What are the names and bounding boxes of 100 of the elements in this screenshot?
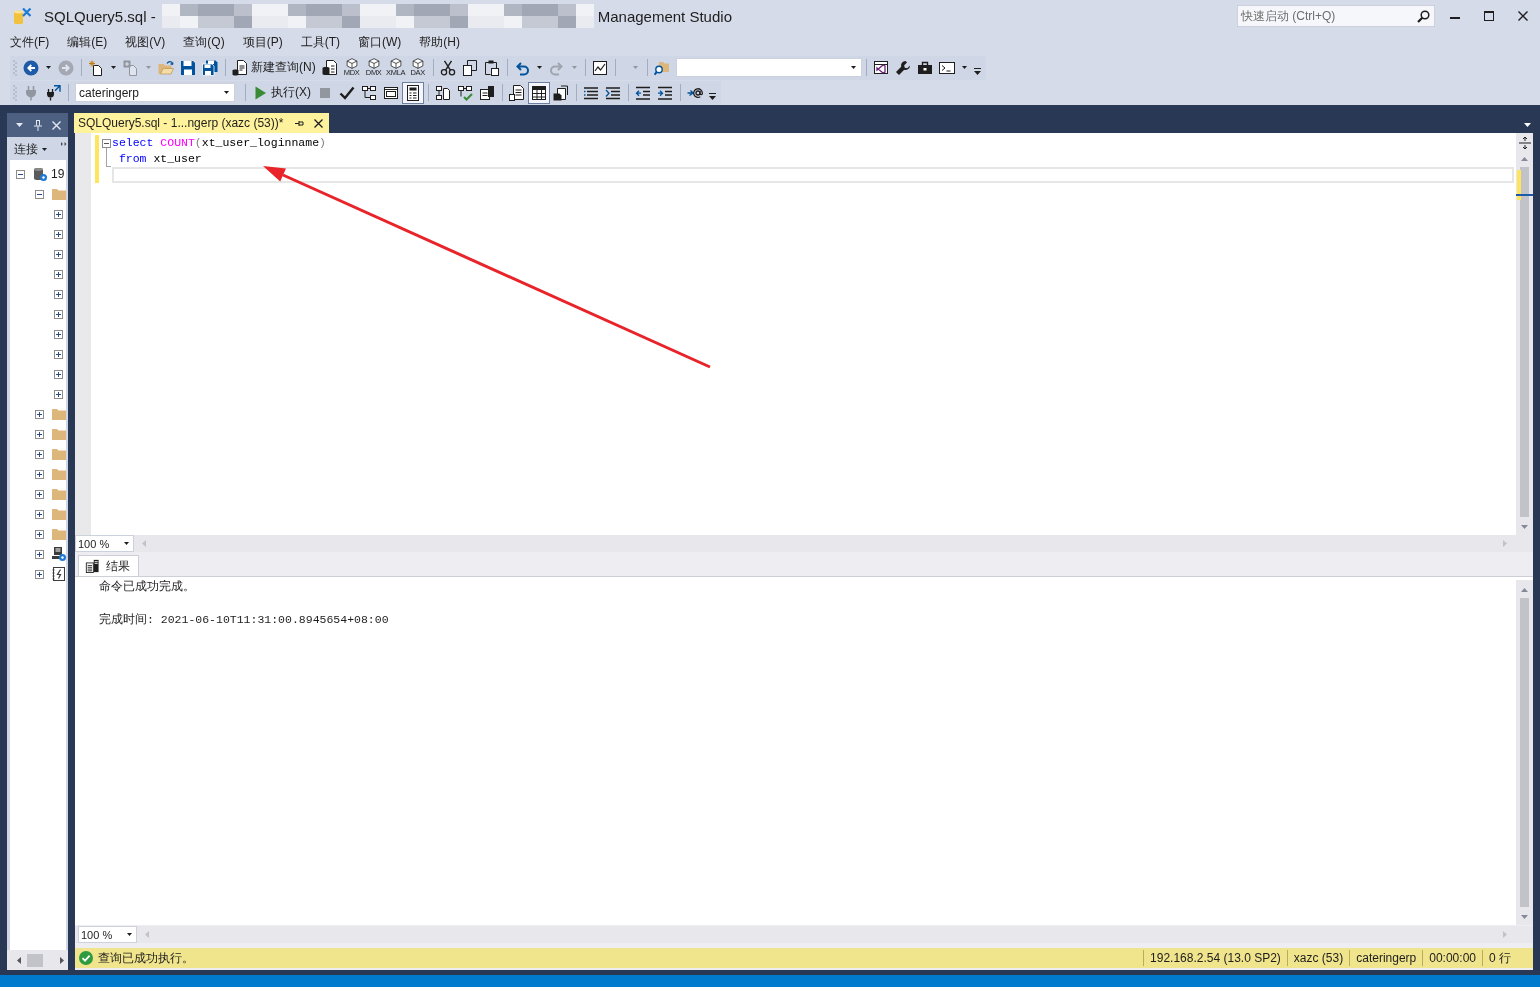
- expand-icon[interactable]: [35, 509, 44, 519]
- save-all-icon[interactable]: [202, 59, 218, 76]
- toolbox-icon[interactable]: [916, 59, 933, 76]
- scroll-left-icon[interactable]: [17, 956, 21, 964]
- connect-button[interactable]: 连接: [11, 140, 50, 158]
- collapse-icon[interactable]: [102, 138, 111, 148]
- quick-launch-field[interactable]: 快速启动 (Ctrl+Q): [1237, 5, 1435, 27]
- zoom-combo-box[interactable]: 100 %: [75, 535, 134, 552]
- results-tab[interactable]: 结果: [78, 555, 139, 576]
- maximize-icon[interactable]: [1484, 11, 1494, 21]
- pin-icon[interactable]: [295, 119, 305, 127]
- menu-item[interactable]: 项目(P): [233, 32, 292, 52]
- menu-item[interactable]: 编辑(E): [58, 32, 117, 52]
- scroll-right-icon[interactable]: [60, 956, 64, 964]
- caret-icon[interactable]: [536, 66, 542, 69]
- tree-item-label[interactable]: 19: [51, 167, 65, 181]
- close-icon[interactable]: [314, 118, 324, 128]
- copy-icon[interactable]: [461, 59, 478, 76]
- expand-icon[interactable]: [35, 529, 44, 539]
- wrench-icon[interactable]: [894, 59, 911, 76]
- new-query-button[interactable]: 新建查询(N): [229, 56, 319, 79]
- database-combo-box[interactable]: cateringerp: [75, 83, 235, 102]
- caret-icon[interactable]: [224, 91, 229, 94]
- caret-icon[interactable]: [111, 66, 116, 69]
- outdent-icon[interactable]: [635, 84, 651, 101]
- undo-icon[interactable]: [513, 59, 530, 76]
- diagram-check-icon[interactable]: [457, 84, 473, 101]
- save-icon[interactable]: [180, 59, 196, 76]
- horizontal-scrollbar[interactable]: [7, 950, 68, 970]
- file-save-icon[interactable]: [553, 84, 569, 101]
- console-icon[interactable]: [938, 59, 955, 76]
- folder-search-icon[interactable]: [653, 59, 670, 76]
- expand-icon[interactable]: [54, 209, 63, 219]
- vertical-scrollbar[interactable]: [1516, 133, 1533, 535]
- overflow-icon[interactable]: [61, 142, 67, 146]
- menu-item[interactable]: 文件(F): [1, 32, 59, 52]
- caret-icon[interactable]: [1524, 123, 1531, 127]
- menu-item[interactable]: 视图(V): [116, 32, 175, 52]
- uncomment-lines-icon[interactable]: [605, 84, 621, 101]
- check-icon[interactable]: [339, 84, 355, 101]
- search-icon[interactable]: [1417, 9, 1430, 23]
- form-icon[interactable]: [402, 81, 424, 104]
- expand-icon[interactable]: [35, 469, 44, 479]
- scroll-down-icon[interactable]: [1521, 915, 1528, 919]
- plug-arrow-icon[interactable]: [45, 84, 61, 101]
- caret-icon[interactable]: [850, 66, 856, 69]
- expand-icon[interactable]: [35, 549, 44, 559]
- database-query-icon[interactable]: [321, 59, 338, 76]
- expand-icon[interactable]: [54, 389, 63, 399]
- scroll-thumb[interactable]: [27, 953, 43, 967]
- overflow-icon[interactable]: [709, 93, 716, 100]
- back-icon[interactable]: [23, 59, 39, 76]
- menu-item[interactable]: 查询(Q): [174, 32, 234, 52]
- expand-icon[interactable]: [54, 349, 63, 359]
- sparkle-document-icon[interactable]: [88, 59, 104, 76]
- overflow-icon[interactable]: [973, 68, 981, 75]
- collapse-icon[interactable]: [16, 169, 25, 179]
- paste-icon[interactable]: [483, 59, 500, 76]
- split-icon[interactable]: [1518, 137, 1531, 149]
- expand-icon[interactable]: [54, 249, 63, 259]
- diagram-document-icon[interactable]: [435, 84, 451, 101]
- expand-icon[interactable]: [54, 269, 63, 279]
- diagram-icon[interactable]: [361, 84, 377, 101]
- collapse-icon[interactable]: [35, 189, 44, 199]
- comment-lines-icon[interactable]: [583, 84, 599, 101]
- document-tab[interactable]: SQLQuery5.sql - 1...ngerp (xazc (53))*: [74, 113, 330, 133]
- scroll-thumb[interactable]: [1520, 598, 1529, 907]
- expand-icon[interactable]: [35, 489, 44, 499]
- close-icon[interactable]: [1518, 11, 1528, 21]
- expand-icon[interactable]: [54, 229, 63, 239]
- zoom-combo-box[interactable]: 100 %: [78, 926, 137, 943]
- vertical-scrollbar[interactable]: [1516, 580, 1533, 925]
- expand-icon[interactable]: [35, 429, 44, 439]
- execute-button[interactable]: 执行(X): [249, 81, 314, 104]
- caret-icon[interactable]: [961, 66, 967, 69]
- grid-icon[interactable]: [528, 81, 550, 104]
- text-document-icon[interactable]: [509, 84, 525, 101]
- scroll-up-icon[interactable]: [1521, 157, 1528, 161]
- expand-icon[interactable]: [35, 449, 44, 459]
- menu-item[interactable]: 工具(T): [291, 32, 349, 52]
- cut-icon[interactable]: [439, 59, 456, 76]
- expand-icon[interactable]: [35, 569, 44, 579]
- code-editor[interactable]: select COUNT(xt_user_loginname) from xt_user: [75, 133, 1533, 535]
- document-server-icon[interactable]: [479, 84, 495, 101]
- menu-item[interactable]: 帮助(H): [410, 32, 469, 52]
- indent-icon[interactable]: [657, 84, 673, 101]
- caret-icon[interactable]: [46, 66, 51, 69]
- open-folder-icon[interactable]: [158, 59, 174, 76]
- scroll-down-icon[interactable]: [1521, 525, 1528, 529]
- expand-icon[interactable]: [54, 329, 63, 339]
- expand-icon[interactable]: [54, 369, 63, 379]
- scroll-thumb[interactable]: [1520, 167, 1529, 517]
- expand-icon[interactable]: [54, 309, 63, 319]
- expand-icon[interactable]: [54, 289, 63, 299]
- expand-icon[interactable]: [35, 409, 44, 419]
- chart-window-icon[interactable]: [591, 59, 608, 76]
- scroll-up-icon[interactable]: [1521, 588, 1528, 592]
- window-logo-icon[interactable]: [872, 59, 889, 76]
- menu-item[interactable]: 窗口(W): [349, 32, 411, 52]
- window-icon[interactable]: [383, 84, 399, 101]
